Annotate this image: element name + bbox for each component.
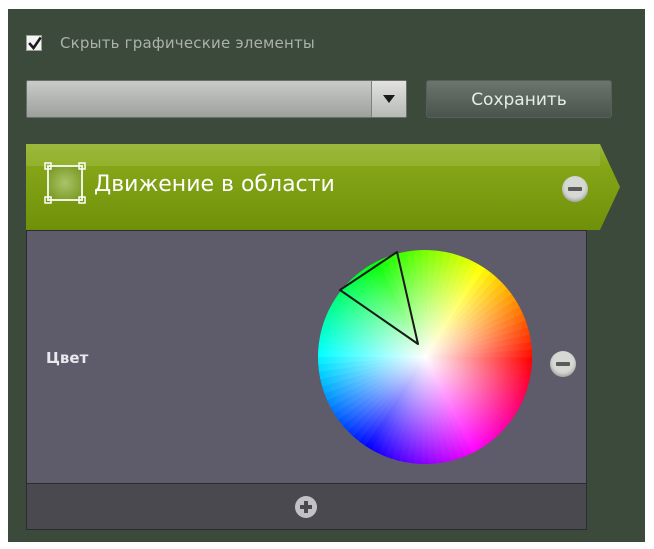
hide-graphics-row[interactable]: Скрыть графические элементы — [26, 32, 315, 54]
remove-color-parameter-icon[interactable] — [550, 351, 576, 377]
color-wheel-picker[interactable] — [318, 250, 532, 464]
hide-graphics-checkbox[interactable] — [26, 35, 42, 51]
color-parameter-label: Цвет — [46, 349, 89, 367]
detector-footer — [26, 484, 587, 530]
detector-header[interactable]: Движение в области — [26, 144, 620, 230]
chevron-down-icon — [383, 95, 395, 103]
detector-title: Движение в области — [94, 172, 335, 197]
dropdown-arrow-button[interactable] — [371, 81, 406, 117]
remove-detector-icon[interactable] — [562, 176, 588, 202]
zone-rectangle-icon — [44, 162, 86, 204]
save-button[interactable]: Сохранить — [426, 80, 612, 118]
hide-graphics-label: Скрыть графические элементы — [60, 34, 315, 52]
detector-parameters: Цвет — [26, 230, 587, 484]
add-parameter-icon[interactable] — [295, 496, 317, 518]
preset-dropdown[interactable] — [26, 80, 407, 118]
checkmark-icon — [28, 36, 42, 51]
